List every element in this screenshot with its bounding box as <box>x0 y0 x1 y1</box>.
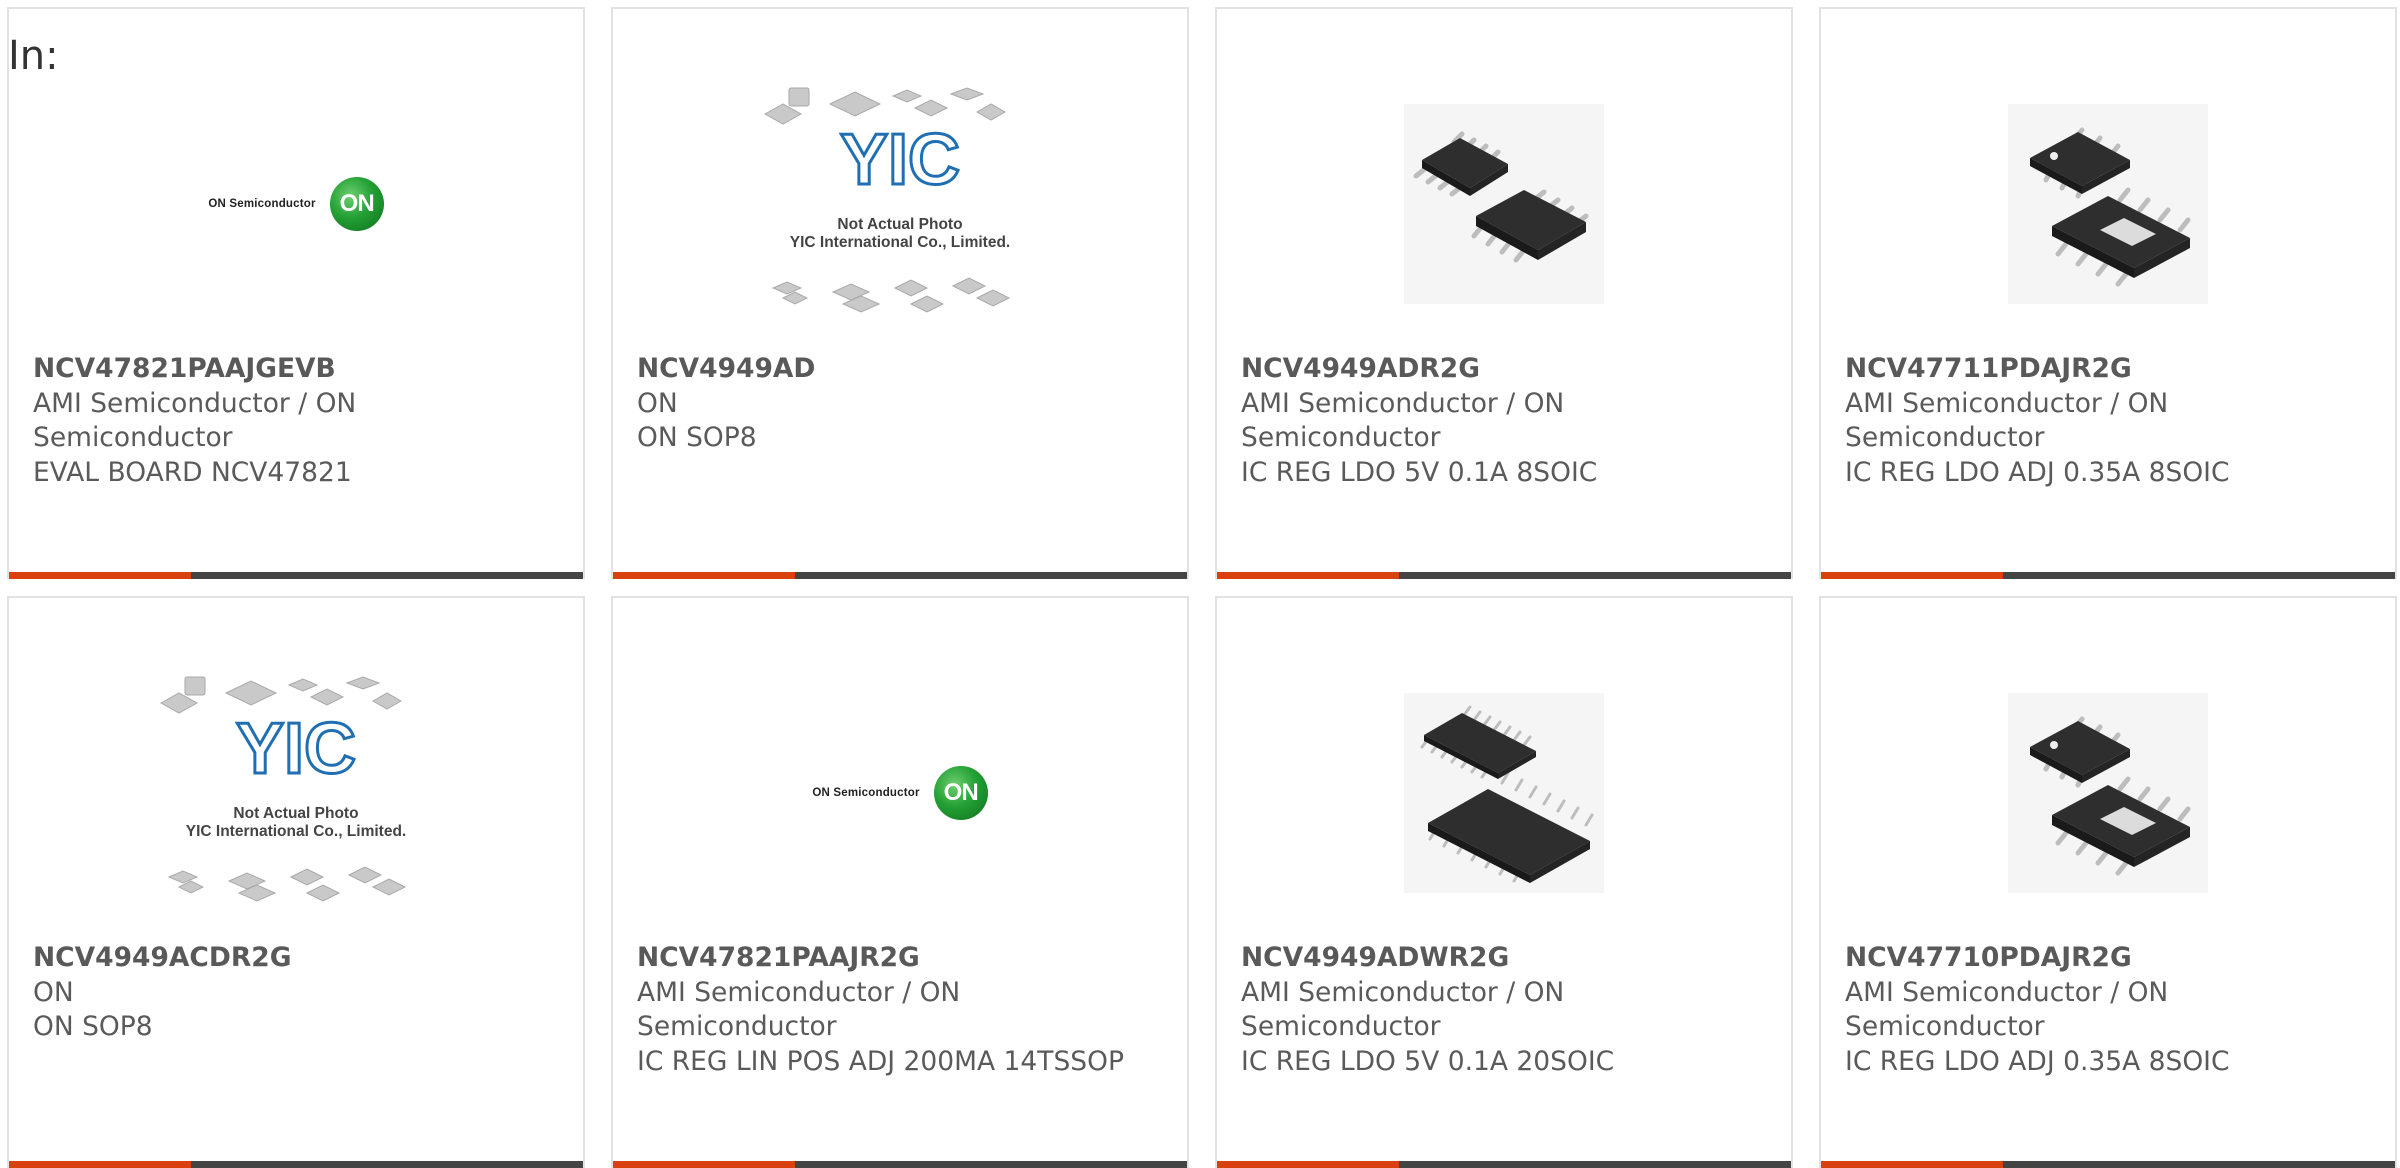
card-bar-accent <box>613 572 795 579</box>
manufacturer: AMI Semiconductor / ON Semiconductor <box>637 976 961 1043</box>
part-number[interactable]: NCV4949AD <box>637 352 1157 387</box>
card-bar <box>1217 1161 1791 1168</box>
part-number[interactable]: NCV47711PDAJR2G <box>1845 352 2365 387</box>
description: IC REG LDO ADJ 0.35A 8SOIC <box>1845 1045 2230 1077</box>
part-number[interactable]: NCV4949ADR2G <box>1241 352 1761 387</box>
yic-mark: YIC <box>236 709 356 789</box>
yic-caption-line2: YIC International Co., Limited. <box>186 823 406 840</box>
yic-placeholder-image: YIC Not Actual Photo YIC International C… <box>159 676 406 902</box>
part-number[interactable]: NCV47821PAAJR2G <box>637 941 1157 976</box>
description: IC REG LIN POS ADJ 200MA 14TSSOP <box>637 1045 1124 1077</box>
part-number[interactable]: NCV47821PAAJGEVB <box>33 352 553 387</box>
soic20-chip-photo <box>1404 693 1604 893</box>
description: ON SOP8 <box>637 422 757 453</box>
card-bar-accent <box>9 1161 191 1168</box>
product-image[interactable] <box>1821 648 2395 938</box>
on-logo-text: ON Semiconductor <box>208 198 316 210</box>
product-image[interactable] <box>1217 59 1791 349</box>
card-bar <box>613 1161 1187 1168</box>
yic-caption-line2: YIC International Co., Limited. <box>790 234 1010 251</box>
card-bar-accent <box>1821 572 2003 579</box>
product-image[interactable] <box>1821 59 2395 349</box>
card-bar-accent <box>9 572 191 579</box>
yic-caption-line1: Not Actual Photo <box>233 805 358 822</box>
part-number[interactable]: NCV4949ADWR2G <box>1241 941 1761 976</box>
page-label: In: <box>8 33 59 79</box>
description: IC REG LDO ADJ 0.35A 8SOIC <box>1845 456 2230 488</box>
product-image[interactable]: YIC Not Actual Photo YIC International C… <box>613 59 1187 349</box>
manufacturer: ON <box>637 387 678 419</box>
product-card[interactable]: ON Semiconductor ON NCV47821PAAJR2G AMI … <box>611 596 1189 1168</box>
on-logo-text: ON Semiconductor <box>812 787 920 799</box>
card-bar-accent <box>1217 572 1399 579</box>
part-number[interactable]: NCV4949ACDR2G <box>33 941 553 976</box>
manufacturer: AMI Semiconductor / ON Semiconductor <box>1845 387 2169 454</box>
product-card[interactable]: YIC Not Actual Photo YIC International C… <box>611 7 1189 579</box>
card-bar-accent <box>613 1161 795 1168</box>
card-bar-accent <box>1217 1161 1399 1168</box>
yic-caption-line1: Not Actual Photo <box>837 216 962 233</box>
description: ON SOP8 <box>33 1011 153 1042</box>
product-card[interactable]: ON Semiconductor ON NCV47821PAAJGEVB AMI… <box>7 7 585 579</box>
manufacturer: ON <box>33 976 74 1008</box>
card-bar <box>1217 572 1791 579</box>
yic-placeholder-image: YIC Not Actual Photo YIC International C… <box>763 87 1010 313</box>
part-number[interactable]: NCV47710PDAJR2G <box>1845 941 2365 976</box>
card-bar-accent <box>1821 1161 2003 1168</box>
product-image[interactable]: YIC Not Actual Photo YIC International C… <box>9 648 583 938</box>
product-card[interactable]: YIC Not Actual Photo YIC International C… <box>7 596 585 1168</box>
on-semiconductor-logo: ON Semiconductor ON <box>812 766 988 820</box>
manufacturer: AMI Semiconductor / ON Semiconductor <box>1241 976 1565 1043</box>
on-semiconductor-logo: ON Semiconductor ON <box>208 177 384 231</box>
product-grid: ON Semiconductor ON NCV47821PAAJGEVB AMI… <box>0 0 2400 1168</box>
on-logo-mark: ON <box>329 177 384 231</box>
on-logo-mark: ON <box>933 766 988 820</box>
yic-mark: YIC <box>840 120 960 200</box>
manufacturer: AMI Semiconductor / ON Semiconductor <box>1241 387 1565 454</box>
card-bar <box>9 1161 583 1168</box>
card-bar <box>1821 572 2395 579</box>
product-image[interactable] <box>1217 648 1791 938</box>
description: EVAL BOARD NCV47821 <box>33 456 352 488</box>
manufacturer: AMI Semiconductor / ON Semiconductor <box>1845 976 2169 1043</box>
product-card[interactable]: NCV4949ADR2G AMI Semiconductor / ON Semi… <box>1215 7 1793 579</box>
soic8-chip-photo <box>1404 104 1604 304</box>
product-image[interactable]: ON Semiconductor ON <box>613 648 1187 938</box>
card-bar <box>9 572 583 579</box>
manufacturer: AMI Semiconductor / ON Semiconductor <box>33 387 357 454</box>
card-bar <box>1821 1161 2395 1168</box>
description: IC REG LDO 5V 0.1A 20SOIC <box>1241 1045 1615 1077</box>
soic8-ep-chip-photo <box>2008 693 2208 893</box>
product-image[interactable]: ON Semiconductor ON <box>9 59 583 349</box>
product-card[interactable]: NCV47710PDAJR2G AMI Semiconductor / ON S… <box>1819 596 2397 1168</box>
card-bar <box>613 572 1187 579</box>
description: IC REG LDO 5V 0.1A 8SOIC <box>1241 456 1598 488</box>
product-card[interactable]: NCV47711PDAJR2G AMI Semiconductor / ON S… <box>1819 7 2397 579</box>
product-card[interactable]: NCV4949ADWR2G AMI Semiconductor / ON Sem… <box>1215 596 1793 1168</box>
soic8-ep-chip-photo <box>2008 104 2208 304</box>
